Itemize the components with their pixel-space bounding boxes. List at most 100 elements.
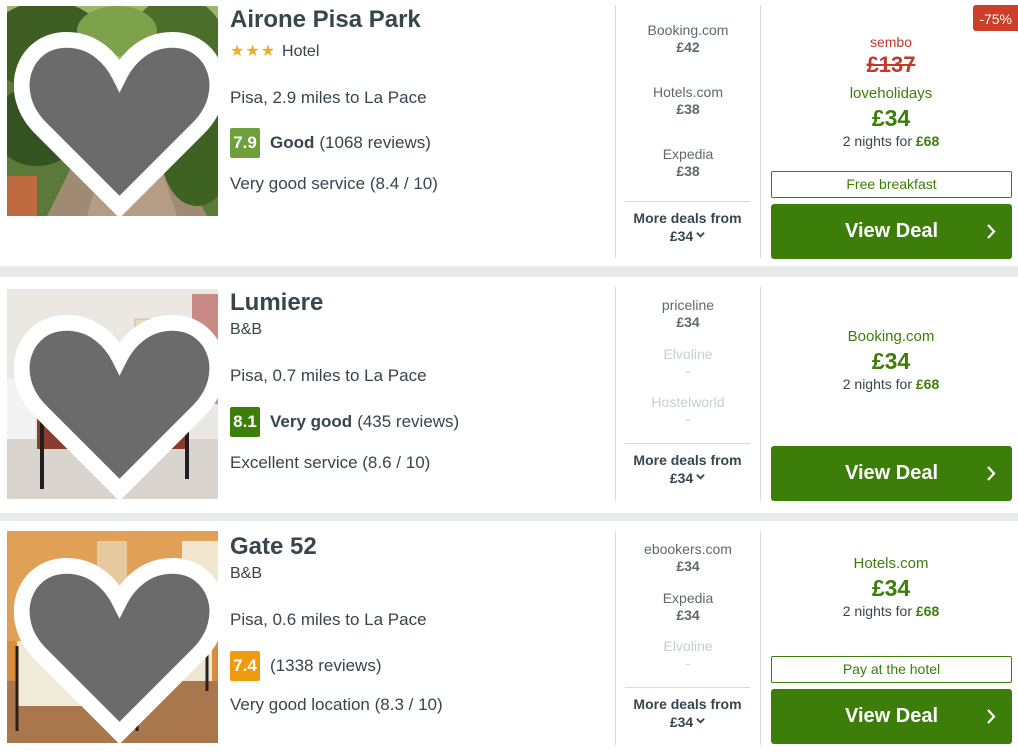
heart-icon[interactable] [14,14,218,216]
view-deal-label: View Deal [844,462,939,484]
view-deal-label: View Deal [844,705,939,727]
more-deals-label: More deals from [633,696,742,712]
hotel-photo[interactable] [7,531,218,743]
total-price-text: 2 nights for £68 [770,603,1012,619]
view-deal-button[interactable]: View Deal [771,446,1012,501]
deal-site: Hostelworld [651,394,725,410]
nights-price: £68 [915,376,940,392]
deal-item[interactable]: Hotels.com £38 [616,84,760,117]
deal-site: Expedia [662,590,714,606]
deal-site: priceline [661,297,715,313]
accommodation-type: Hotel [282,43,320,60]
original-source: sembo [869,34,913,50]
hotel-type-line: B&B [230,321,262,339]
chevron-right-icon [987,466,996,481]
star-rating: ★★★ [230,43,277,60]
best-price-value: £34 [871,105,911,131]
deal-price: £38 [676,101,700,117]
deal-price: - [685,411,691,427]
more-deals-button[interactable]: More deals from £34 [625,687,750,730]
best-price[interactable]: Booking.com £34 2 nights for £68 [770,328,1012,392]
hotel-card-gate-52: Gate 52 B&B Pisa, 0.6 miles to La Pace 7… [0,521,1018,752]
more-deals-price: £34 [669,714,694,730]
hotel-type-line: ★★★ Hotel [230,41,319,61]
nights-label: 2 nights for [842,603,912,619]
deal-price: £34 [676,558,700,574]
heart-icon[interactable] [14,297,218,499]
review-count: (1068 reviews) [319,133,431,152]
accommodation-type: B&B [230,565,263,582]
deal-item[interactable]: Expedia £34 [616,590,760,623]
review-count: (435 reviews) [357,412,460,431]
best-price[interactable]: sembo £137 loveholidays £34 2 nights for… [770,34,1012,149]
more-deals-label: More deals from [633,452,742,468]
subrating: Very good location (8.3 / 10) [230,695,443,714]
deal-price: £34 [676,607,700,623]
deal-item[interactable]: Expedia £38 [616,146,760,179]
deal-site: Hotels.com [652,84,724,100]
view-deal-button[interactable]: View Deal [771,204,1012,259]
view-deal-label: View Deal [844,220,939,242]
nights-label: 2 nights for [842,376,912,392]
subrating: Very good service (8.4 / 10) [230,174,438,193]
original-price: £137 [866,52,916,77]
deal-site: ebookers.com [644,541,732,557]
best-price[interactable]: Hotels.com £34 2 nights for £68 [770,555,1012,619]
hotel-location: Pisa, 0.7 miles to La Pace [230,366,427,385]
deal-site: Elvoline [663,638,713,654]
accommodation-type: B&B [230,321,263,338]
deal-item[interactable]: Booking.com £42 [616,22,760,55]
rating-badge: 7.9 [230,128,260,158]
view-deal-button[interactable]: View Deal [771,689,1012,744]
best-provider: loveholidays [849,85,933,102]
rating-word: Good [270,133,315,152]
rating-word: Very good [270,412,353,431]
hotel-name[interactable]: Lumiere [230,289,323,317]
rating-badge: 8.1 [230,407,260,437]
deal-item: Hostelworld - [616,394,760,427]
hotel-name[interactable]: Gate 52 [230,533,317,561]
hotel-card-airone: Airone Pisa Park ★★★ Hotel Pisa, 2.9 mile… [0,0,1018,266]
deal-site: Elvoline [663,346,713,362]
best-provider: Booking.com [847,328,935,345]
best-provider: Hotels.com [853,555,929,572]
other-deals: priceline £34 Elvoline - Hostelworld - M… [615,287,761,501]
other-deals: Booking.com £42 Hotels.com £38 Expedia £… [615,5,761,258]
nights-price: £68 [915,603,940,619]
chevron-right-icon [987,224,996,239]
chevron-down-icon [696,718,705,724]
deal-site: Booking.com [647,22,729,38]
more-deals-price: £34 [669,228,694,244]
perk-badge: Free breakfast [771,171,1012,198]
more-deals-button[interactable]: More deals from £34 [625,443,750,486]
total-price-text: 2 nights for £68 [770,133,1012,149]
perk-badge: Pay at the hotel [771,656,1012,683]
rating-row[interactable]: 7.9 Good (1068 reviews) [230,128,431,158]
deal-price: £34 [676,314,700,330]
rating-row[interactable]: 8.1 Very good (435 reviews) [230,407,459,437]
rating-badge: 7.4 [230,651,260,681]
nights-price: £68 [915,133,940,149]
chevron-down-icon [696,232,705,238]
hotel-photo[interactable] [7,6,218,216]
more-deals-label: More deals from [633,210,742,226]
deal-item[interactable]: priceline £34 [616,297,760,330]
total-price-text: 2 nights for £68 [770,376,1012,392]
chevron-right-icon [987,709,996,724]
heart-icon[interactable] [14,539,218,743]
hotel-photo[interactable] [7,289,218,499]
more-deals-button[interactable]: More deals from £34 [625,201,750,244]
chevron-down-icon [696,474,705,480]
hotel-name[interactable]: Airone Pisa Park [230,6,421,34]
hotel-location: Pisa, 2.9 miles to La Pace [230,88,427,107]
deal-item: Elvoline - [616,346,760,379]
nights-label: 2 nights for [842,133,912,149]
other-deals: ebookers.com £34 Expedia £34 Elvoline - … [615,531,761,745]
deal-price: £42 [676,39,700,55]
deal-item[interactable]: ebookers.com £34 [616,541,760,574]
more-deals-price: £34 [669,470,694,486]
deal-price: - [685,655,691,671]
subrating: Excellent service (8.6 / 10) [230,453,431,472]
rating-row[interactable]: 7.4 (1338 reviews) [230,651,382,681]
best-price-value: £34 [871,575,911,601]
